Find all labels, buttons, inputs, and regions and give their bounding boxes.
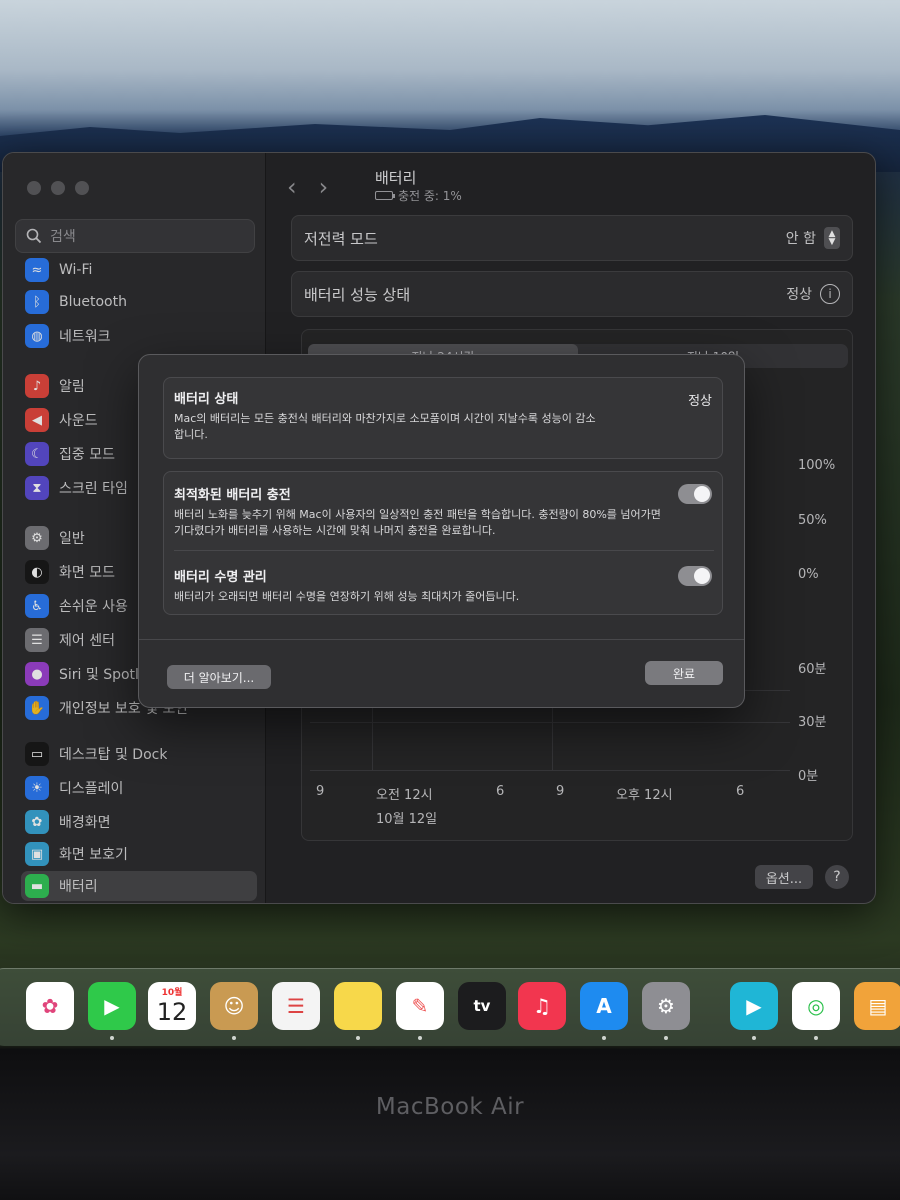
running-indicator [232, 1036, 236, 1040]
charging-settings-card: 최적화된 배터리 충전 배터리 노화를 늦추기 위해 Mac이 사용자의 일상적… [163, 471, 723, 615]
sheet-footer-divider [139, 639, 744, 640]
running-indicator [602, 1036, 606, 1040]
lifespan-toggle[interactable] [678, 566, 712, 586]
calendar-month: 10월 [161, 988, 183, 998]
card-divider [174, 550, 714, 551]
app-store-icon[interactable]: A [580, 982, 628, 1030]
health-description: Mac의 배터리는 모든 충전식 배터리와 마찬가지로 소모품이며 시간이 지날… [174, 412, 596, 441]
running-indicator [356, 1036, 360, 1040]
calendar-day: 12 [156, 998, 188, 1026]
photos-icon[interactable]: ✿ [26, 982, 74, 1030]
health-title: 배터리 상태 [174, 392, 239, 407]
running-indicator [110, 1036, 114, 1040]
running-indicator [814, 1036, 818, 1040]
freeform-icon[interactable]: ✎ [396, 982, 444, 1030]
find-my-icon[interactable]: ◎ [792, 982, 840, 1030]
optimized-charging-item: 최적화된 배터리 충전 배터리 노화를 늦추기 위해 Mac이 사용자의 일상적… [174, 484, 674, 539]
done-button[interactable]: 완료 [645, 661, 723, 685]
optimized-charging-description: 배터리 노화를 늦추기 위해 Mac이 사용자의 일상적인 충전 패턴을 학습합… [174, 508, 661, 537]
running-indicator [418, 1036, 422, 1040]
tv-label: tv [473, 997, 491, 1015]
health-card: 배터리 상태 정상 Mac의 배터리는 모든 충전식 배터리와 마찬가지로 소모… [163, 377, 723, 459]
optimized-charging-title: 최적화된 배터리 충전 [174, 488, 291, 503]
contacts-icon[interactable]: ☺ [210, 982, 258, 1030]
laptop-bezel [0, 1050, 900, 1200]
system-settings-icon[interactable]: ⚙ [642, 982, 690, 1030]
lifespan-description: 배터리가 오래되면 배터리 수명을 연장하기 위해 성능 최대치가 줄어듭니다. [174, 590, 520, 603]
battery-health-sheet: 배터리 상태 정상 Mac의 배터리는 모든 충전식 배터리와 마찬가지로 소모… [138, 354, 745, 708]
facetime-icon[interactable]: ▶ [88, 982, 136, 1030]
pages-icon[interactable]: ▤ [854, 982, 900, 1030]
device-brand: MacBook Air [375, 1094, 525, 1120]
health-status: 정상 [688, 394, 712, 409]
running-indicator [664, 1036, 668, 1040]
optimized-charging-toggle[interactable] [678, 484, 712, 504]
learn-more-button[interactable]: 더 알아보기... [167, 665, 271, 689]
infuse-icon[interactable]: ▶ [730, 982, 778, 1030]
lifespan-title: 배터리 수명 관리 [174, 570, 267, 585]
calendar-icon[interactable]: 10월 12 [148, 982, 196, 1030]
tv-icon[interactable]: tv [458, 982, 506, 1030]
notes-icon[interactable] [334, 982, 382, 1030]
reminders-icon[interactable]: ☰ [272, 982, 320, 1030]
lifespan-item: 배터리 수명 관리 배터리가 오래되면 배터리 수명을 연장하기 위해 성능 최… [174, 566, 674, 605]
music-icon[interactable]: ♫ [518, 982, 566, 1030]
running-indicator [752, 1036, 756, 1040]
